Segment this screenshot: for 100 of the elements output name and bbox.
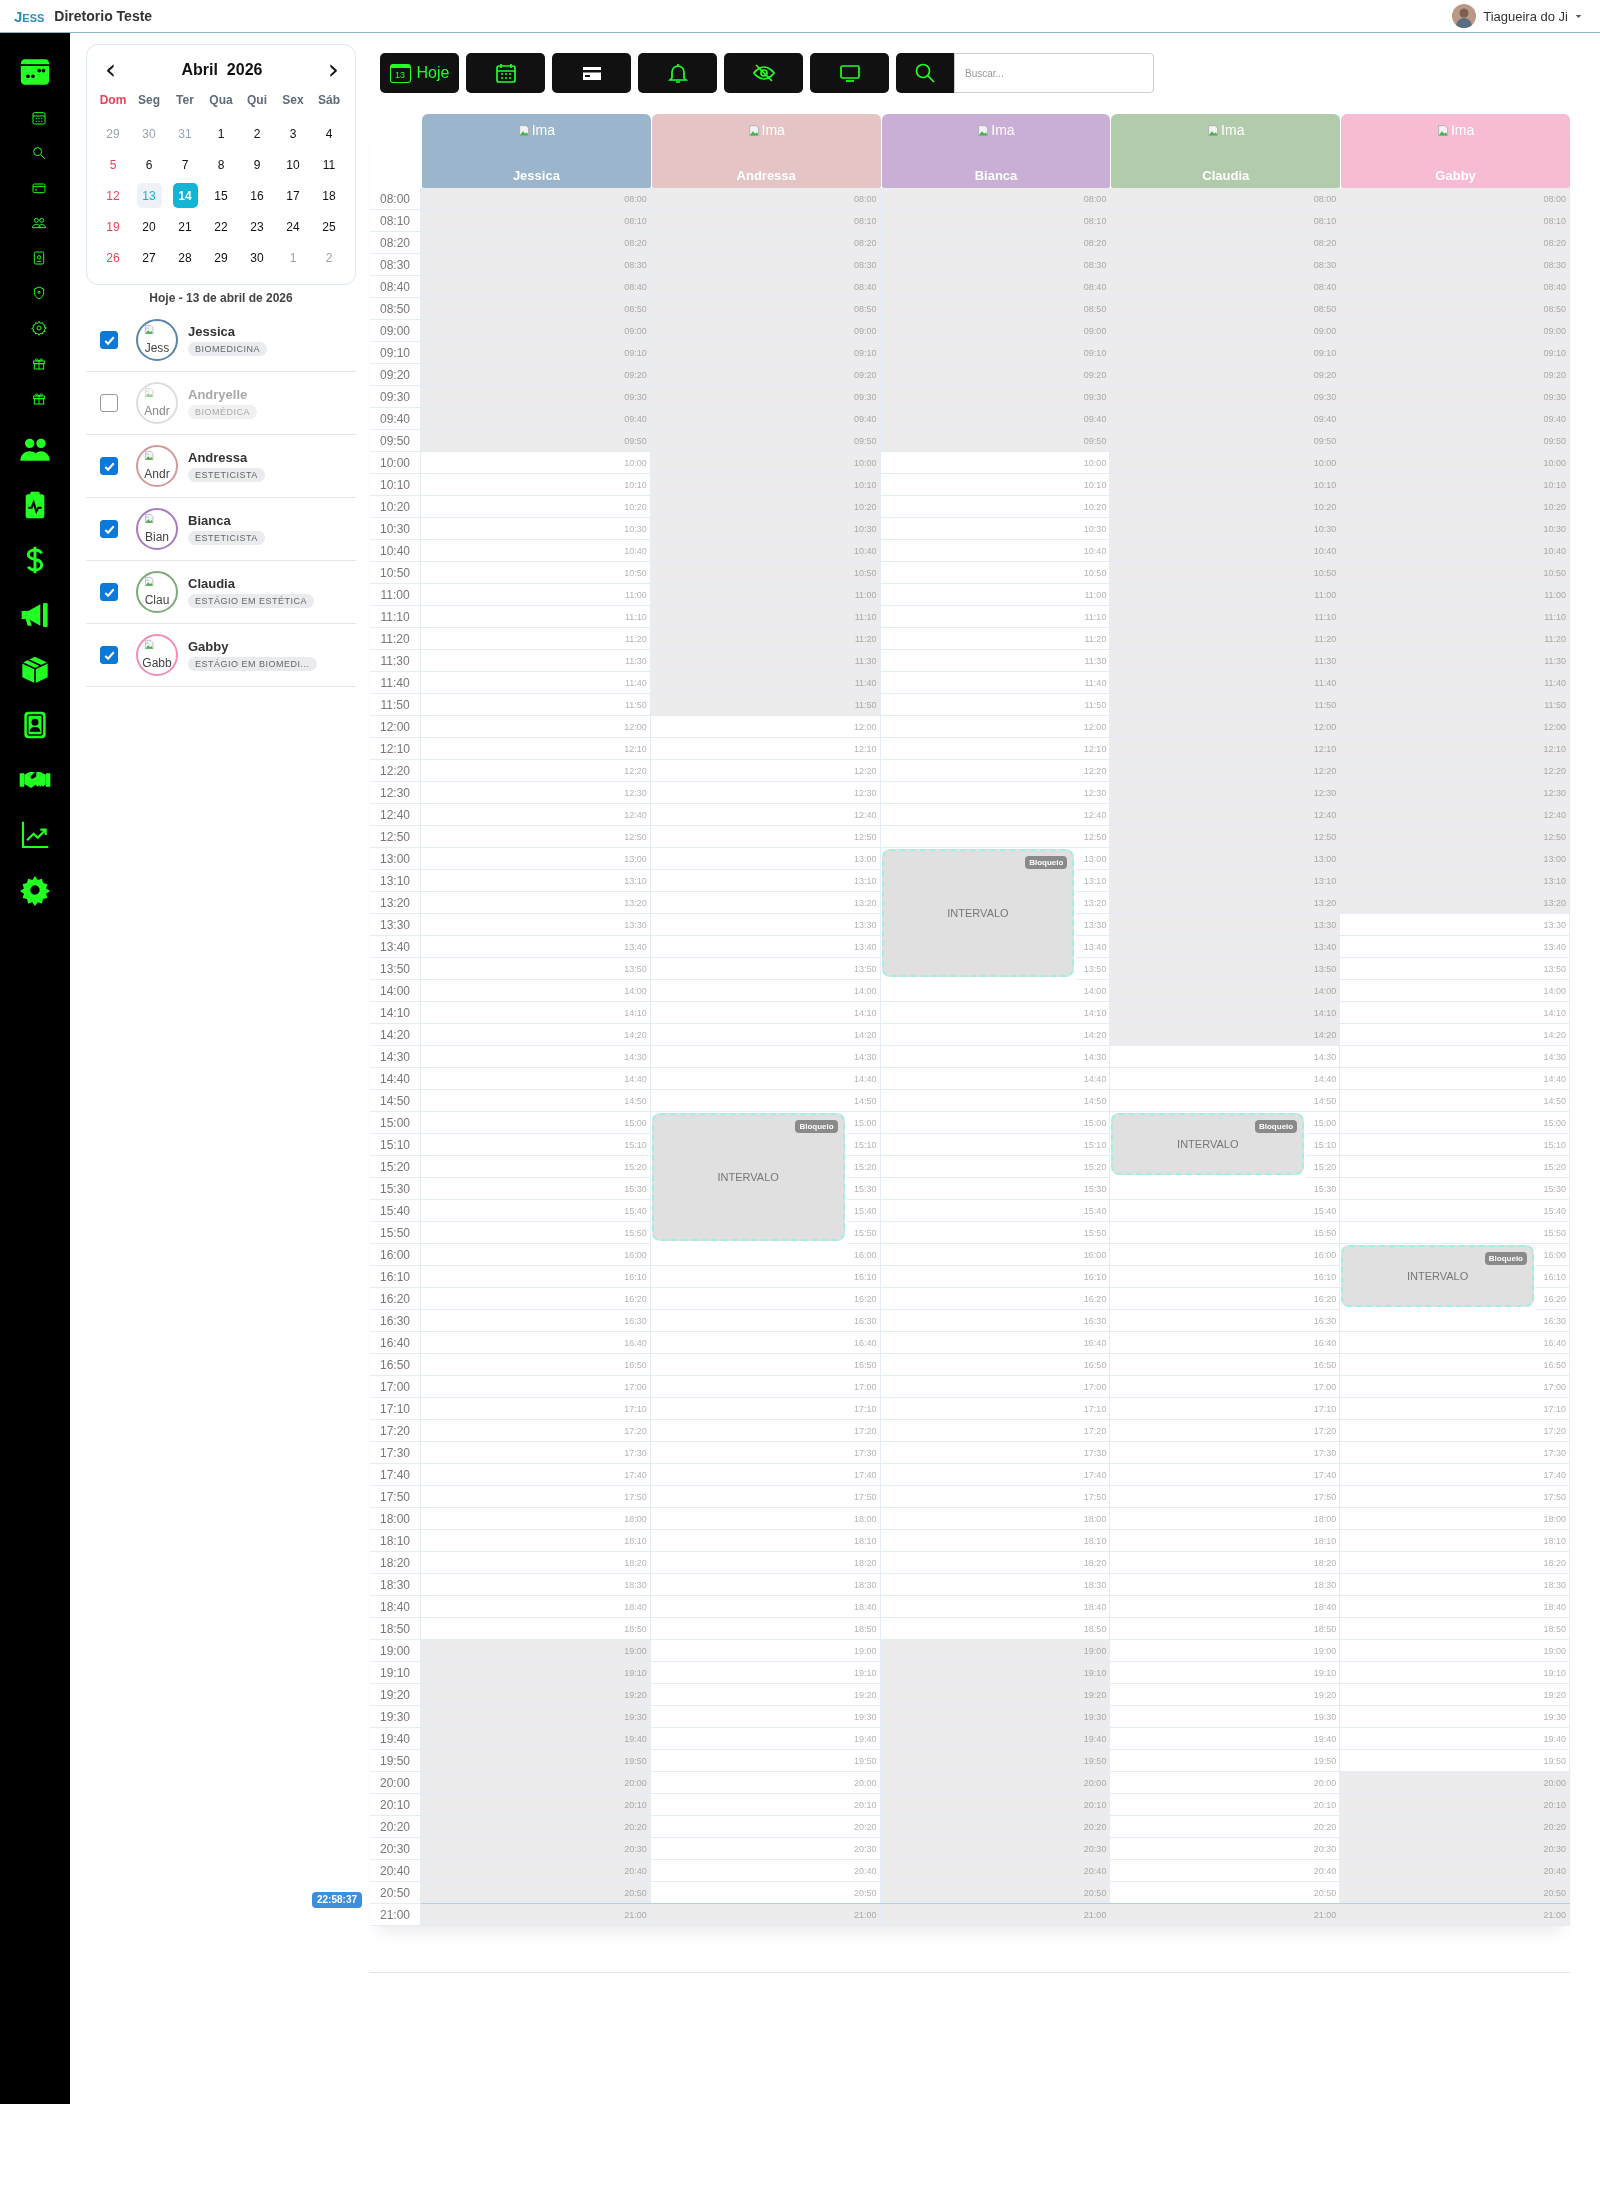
time-slot[interactable]: 13:00 xyxy=(1076,848,1111,870)
time-slot[interactable]: 16:30 xyxy=(650,1310,881,1332)
time-slot[interactable]: 18:00 xyxy=(880,1508,1111,1530)
time-slot[interactable]: 16:50 xyxy=(880,1354,1111,1376)
time-slot[interactable]: 19:40 xyxy=(650,1728,881,1750)
time-slot[interactable]: 18:30 xyxy=(880,1574,1111,1596)
time-slot[interactable]: 17:00 xyxy=(880,1376,1111,1398)
time-slot[interactable]: 13:50 xyxy=(1110,958,1341,980)
time-slot[interactable]: 12:20 xyxy=(421,760,651,782)
time-slot[interactable]: 14:10 xyxy=(421,1002,651,1024)
time-slot[interactable]: 16:00 xyxy=(650,1244,881,1266)
time-slot[interactable]: 20:30 xyxy=(1340,1838,1570,1860)
time-slot[interactable]: 19:20 xyxy=(1110,1684,1341,1706)
time-slot[interactable]: 10:50 xyxy=(1110,562,1341,584)
calendar-day[interactable]: 26 xyxy=(100,245,126,270)
time-slot[interactable]: 08:10 xyxy=(880,210,1111,232)
time-slot[interactable]: 20:20 xyxy=(1340,1816,1570,1838)
calendar-day[interactable]: 5 xyxy=(100,152,126,177)
time-slot[interactable]: 14:00 xyxy=(421,980,651,1002)
time-slot[interactable]: 11:30 xyxy=(650,650,881,672)
blocked-interval[interactable]: Bloqueio INTERVALO xyxy=(651,1113,845,1241)
time-slot[interactable]: 19:50 xyxy=(880,1750,1111,1772)
time-slot[interactable]: 20:20 xyxy=(880,1816,1111,1838)
time-slot[interactable]: 10:20 xyxy=(650,496,881,518)
time-slot[interactable]: 10:50 xyxy=(421,562,651,584)
time-slot[interactable]: 15:30 xyxy=(846,1178,881,1200)
time-slot[interactable]: 12:50 xyxy=(1340,826,1570,848)
time-slot[interactable]: 16:50 xyxy=(650,1354,881,1376)
time-slot[interactable]: 15:20 xyxy=(846,1156,881,1178)
time-slot[interactable]: 18:10 xyxy=(421,1530,651,1552)
calendar-day[interactable]: 19 xyxy=(100,214,126,239)
time-slot[interactable]: 12:10 xyxy=(421,738,651,760)
time-slot[interactable]: 11:20 xyxy=(650,628,881,650)
time-slot[interactable]: 21:00 xyxy=(880,1904,1111,1926)
time-slot[interactable]: 13:50 xyxy=(1340,958,1570,980)
time-slot[interactable]: 16:30 xyxy=(1110,1310,1341,1332)
time-slot[interactable]: 18:40 xyxy=(1340,1596,1570,1618)
time-slot[interactable]: 20:40 xyxy=(880,1860,1111,1882)
time-slot[interactable]: 09:10 xyxy=(650,342,881,364)
time-slot[interactable]: 10:00 xyxy=(421,452,651,474)
time-slot[interactable]: 08:30 xyxy=(1340,254,1570,276)
time-slot[interactable]: 10:20 xyxy=(880,496,1111,518)
time-slot[interactable]: 16:50 xyxy=(1110,1354,1341,1376)
time-slot[interactable]: 12:30 xyxy=(421,782,651,804)
time-slot[interactable]: 19:00 xyxy=(421,1640,651,1662)
time-slot[interactable]: 15:40 xyxy=(846,1200,881,1222)
time-slot[interactable]: 12:10 xyxy=(1110,738,1341,760)
time-slot[interactable]: 09:40 xyxy=(880,408,1111,430)
time-slot[interactable]: 15:30 xyxy=(421,1178,651,1200)
time-slot[interactable]: 14:20 xyxy=(650,1024,881,1046)
calendar-day[interactable]: 8 xyxy=(208,152,234,177)
time-slot[interactable]: 20:40 xyxy=(421,1860,651,1882)
calendar-day[interactable]: 30 xyxy=(244,245,270,270)
time-slot[interactable]: 10:30 xyxy=(1110,518,1341,540)
time-slot[interactable]: 09:20 xyxy=(1110,364,1341,386)
time-slot[interactable]: 20:40 xyxy=(650,1860,881,1882)
time-slot[interactable]: 19:50 xyxy=(421,1750,651,1772)
time-slot[interactable]: 15:00 xyxy=(421,1112,651,1134)
time-slot[interactable]: 08:40 xyxy=(880,276,1111,298)
time-slot[interactable]: 20:50 xyxy=(880,1882,1111,1904)
time-slot[interactable]: 15:20 xyxy=(1306,1156,1341,1178)
time-slot[interactable]: 18:40 xyxy=(421,1596,651,1618)
time-slot[interactable]: 16:40 xyxy=(421,1332,651,1354)
display-button[interactable] xyxy=(810,53,889,93)
time-slot[interactable]: 12:20 xyxy=(650,760,881,782)
time-slot[interactable]: 16:30 xyxy=(880,1310,1111,1332)
calendar-day[interactable]: 16 xyxy=(244,183,270,208)
time-slot[interactable]: 14:30 xyxy=(880,1046,1111,1068)
time-slot[interactable]: 09:20 xyxy=(1340,364,1570,386)
time-slot[interactable]: 15:00 xyxy=(880,1112,1111,1134)
time-slot[interactable]: 16:00 xyxy=(1536,1244,1570,1266)
time-slot[interactable]: 18:00 xyxy=(650,1508,881,1530)
time-slot[interactable]: 16:40 xyxy=(880,1332,1111,1354)
time-slot[interactable]: 14:10 xyxy=(650,1002,881,1024)
time-slot[interactable]: 17:40 xyxy=(880,1464,1111,1486)
gift-icon[interactable] xyxy=(31,355,47,371)
calendar-day[interactable]: 21 xyxy=(172,214,198,239)
calendar-day[interactable]: 23 xyxy=(244,214,270,239)
time-slot[interactable]: 15:50 xyxy=(1340,1222,1570,1244)
time-slot[interactable]: 11:40 xyxy=(1110,672,1341,694)
calendar-day[interactable]: 11 xyxy=(316,152,342,177)
time-slot[interactable]: 20:00 xyxy=(1110,1772,1341,1794)
calendar-day[interactable]: 17 xyxy=(280,183,306,208)
time-slot[interactable]: 14:30 xyxy=(1110,1046,1341,1068)
time-slot[interactable]: 08:10 xyxy=(650,210,881,232)
calendar-day[interactable]: 12 xyxy=(100,183,126,208)
time-slot[interactable]: 16:30 xyxy=(421,1310,651,1332)
time-slot[interactable]: 13:00 xyxy=(1340,848,1570,870)
time-slot[interactable]: 08:30 xyxy=(650,254,881,276)
time-slot[interactable]: 20:30 xyxy=(1110,1838,1341,1860)
calendar-day[interactable]: 4 xyxy=(316,121,342,146)
time-slot[interactable]: 16:20 xyxy=(421,1288,651,1310)
time-slot[interactable]: 08:50 xyxy=(1340,298,1570,320)
time-slot[interactable]: 16:10 xyxy=(880,1266,1111,1288)
time-slot[interactable]: 15:20 xyxy=(880,1156,1111,1178)
calendar-day[interactable]: 2 xyxy=(244,121,270,146)
calendar-day[interactable]: 14 xyxy=(172,183,198,208)
time-slot[interactable]: 17:30 xyxy=(421,1442,651,1464)
next-month-button[interactable]: › xyxy=(321,59,345,81)
time-slot[interactable]: 08:00 xyxy=(421,188,651,210)
